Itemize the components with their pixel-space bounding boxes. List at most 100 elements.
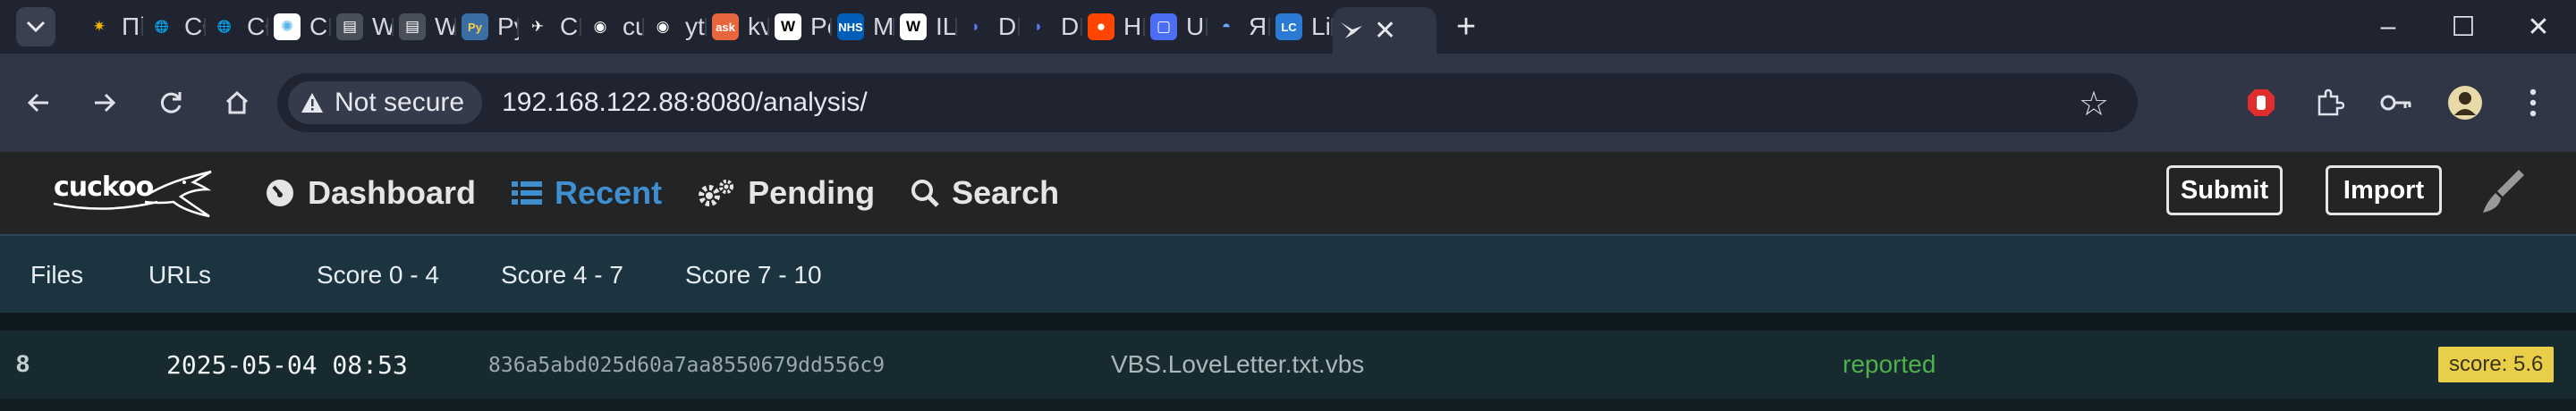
browser-tab[interactable]: LC Li — [1270, 7, 1333, 46]
filter-bar: Files URLs Score 0 - 4 Score 4 - 7 Score… — [0, 234, 2576, 313]
deepseek-icon: ◗ — [970, 18, 981, 35]
browser-tab[interactable]: ◉ cu — [581, 7, 644, 46]
browser-menu-icon[interactable] — [2499, 88, 2567, 117]
row-divider — [0, 313, 2576, 331]
python-icon: Py — [462, 13, 488, 40]
tab-title: yt — [685, 13, 705, 40]
browser-tab[interactable]: ✷ Пі — [80, 7, 143, 46]
close-window-button[interactable]: ✕ — [2501, 12, 2576, 43]
tab-title: Cu — [560, 13, 581, 40]
extension-stop-icon[interactable] — [2227, 88, 2295, 118]
filter-score-4-7[interactable]: Score 4 - 7 — [501, 261, 623, 289]
bookmark-star-icon[interactable]: ☆ — [2079, 84, 2109, 124]
browser-tab[interactable]: ▤ W — [394, 7, 456, 46]
tab-title: CC — [184, 13, 206, 40]
browser-tab[interactable]: ◗ D — [1020, 7, 1082, 46]
browser-tab[interactable]: ◓ Я — [1208, 7, 1270, 46]
reload-button[interactable] — [143, 75, 199, 130]
maximize-button[interactable]: ☐ — [2426, 12, 2501, 43]
tab-title: Li — [1311, 13, 1331, 40]
browser-tab[interactable]: ◗ D — [957, 7, 1020, 46]
profile-avatar[interactable] — [2431, 85, 2499, 121]
analysis-date: 2025-05-04 08:53 — [166, 350, 408, 380]
tab-title: W — [435, 13, 456, 40]
filter-urls[interactable]: URLs — [148, 261, 211, 289]
book-icon: ▤ — [399, 13, 426, 40]
dashboard-gauge-icon — [267, 180, 293, 206]
browser-tab[interactable]: ● H — [1082, 7, 1145, 46]
browser-tab[interactable]: NHS M — [832, 7, 894, 46]
browser-tab[interactable]: 🌐 CC — [206, 7, 268, 46]
toolbar-actions — [2227, 54, 2576, 152]
globe-icon: 🌐 — [216, 20, 233, 33]
filter-files[interactable]: Files — [30, 261, 83, 289]
arrow-left-icon — [27, 93, 48, 113]
tab-title: Пі — [122, 13, 143, 40]
deepseek-icon: ◗ — [1033, 18, 1044, 35]
cuckoo-bird-logo-icon — [53, 170, 212, 218]
security-chip[interactable]: Not secure — [288, 81, 483, 124]
cuckoo-bird-icon — [1338, 17, 1365, 44]
score-badge: score: 5.6 — [2438, 347, 2555, 382]
nav-recent[interactable]: Recent — [512, 174, 662, 212]
tab-title: W — [372, 13, 394, 40]
nav-pending[interactable]: Pending — [698, 174, 875, 212]
extensions-puzzle-icon[interactable] — [2295, 88, 2363, 118]
cuckoo-bird-icon: ✈ — [530, 18, 545, 35]
table-row[interactable]: 8 2025-05-04 08:53 836a5abd025d60a7aa855… — [0, 331, 2576, 398]
main-nav: Dashboard Recent Pending Search — [265, 152, 1095, 234]
browser-tab[interactable]: Py Py — [456, 7, 519, 46]
nav-recent-label: Recent — [555, 174, 663, 211]
tab-title: H — [1123, 13, 1142, 40]
tab-active-cuckoo[interactable]: ✕ — [1333, 7, 1436, 54]
search-icon — [911, 180, 939, 207]
browser-tab-strip: ✷Пі🌐CC🌐CC✺Cu▤W▤WPyPy✈Cu◉cu◉ytaskkvWPeNHS… — [0, 0, 2576, 54]
analysis-filename[interactable]: VBS.LoveLetter.txt.vbs — [1111, 350, 1364, 379]
back-button[interactable] — [11, 75, 66, 130]
arrow-right-icon — [95, 93, 116, 113]
nav-search-label: Search — [952, 174, 1060, 211]
browser-tab[interactable]: ▤ W — [331, 7, 394, 46]
nav-dashboard-label: Dashboard — [308, 174, 477, 211]
browser-tab[interactable]: W IL — [894, 7, 957, 46]
tab-title: Cu — [309, 13, 331, 40]
cogs-icon — [699, 180, 734, 206]
browser-tab[interactable]: ◉ yt — [644, 7, 707, 46]
github-icon: ◉ — [593, 18, 607, 35]
status-badge: reported — [1843, 350, 1936, 378]
nhs-icon: NHS — [837, 13, 864, 40]
github-icon: ◉ — [656, 18, 670, 35]
minimize-button[interactable]: – — [2351, 12, 2426, 42]
book-icon: ▤ — [336, 13, 363, 40]
import-button[interactable]: Import — [2326, 165, 2442, 215]
cuckoo-logo[interactable]: cuckoo — [50, 163, 220, 225]
analysis-list: 8 2025-05-04 08:53 836a5abd025d60a7aa855… — [0, 313, 2576, 411]
forward-button[interactable] — [77, 75, 132, 130]
submit-button[interactable]: Submit — [2166, 165, 2283, 215]
tab-title: cu — [623, 13, 644, 40]
tab-search-button[interactable] — [16, 7, 55, 46]
password-key-icon[interactable] — [2363, 92, 2431, 113]
nav-dashboard[interactable]: Dashboard — [265, 174, 476, 212]
new-tab-button[interactable]: + — [1456, 8, 1476, 46]
home-button[interactable] — [209, 75, 265, 130]
gear-badge-icon: ✺ — [274, 13, 301, 40]
filter-score-7-10[interactable]: Score 7 - 10 — [685, 261, 822, 289]
tab-title: D — [998, 13, 1017, 40]
nav-search[interactable]: Search — [911, 174, 1059, 212]
browser-tab[interactable]: ✈ Cu — [519, 7, 581, 46]
browser-tab[interactable]: ✺ Cu — [268, 7, 331, 46]
chat-icon: ▢ — [1150, 13, 1177, 40]
close-tab-icon[interactable]: ✕ — [1374, 15, 1396, 46]
filter-score-0-4[interactable]: Score 0 - 4 — [317, 261, 439, 289]
browser-tab[interactable]: W Pe — [769, 7, 832, 46]
browser-tab[interactable]: ask kv — [707, 7, 769, 46]
theme-brush-icon[interactable] — [2476, 166, 2526, 216]
address-bar[interactable]: Not secure 192.168.122.88:8080/analysis/… — [277, 73, 2138, 132]
nav-pending-label: Pending — [748, 174, 876, 211]
tab-title: M — [873, 13, 894, 40]
url-text[interactable]: 192.168.122.88:8080/analysis/ — [502, 88, 868, 118]
analysis-md5: 836a5abd025d60a7aa8550679dd556c9 — [488, 354, 886, 377]
browser-tab[interactable]: 🌐 CC — [143, 7, 206, 46]
browser-tab[interactable]: ▢ U — [1145, 7, 1208, 46]
